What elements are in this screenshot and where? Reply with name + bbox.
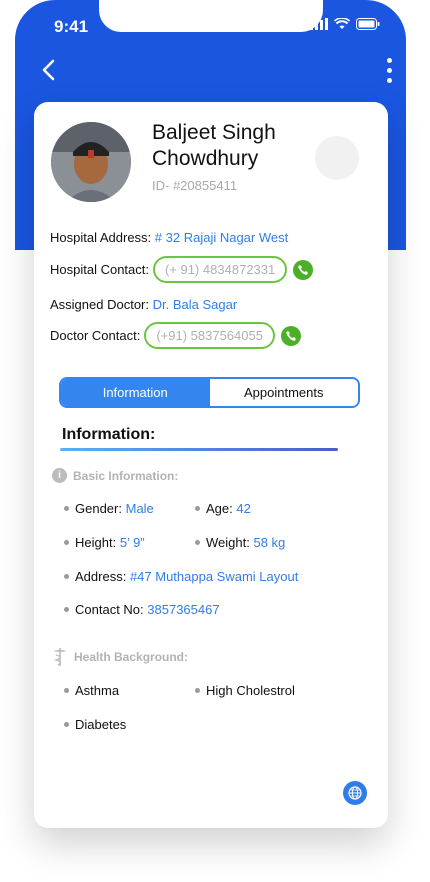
assigned-doctor-value[interactable]: Dr. Bala Sagar [153, 297, 238, 312]
gender-value: Male [125, 501, 154, 516]
hospital-contact-row: Hospital Contact: (+ 91) 4834872331 [50, 256, 314, 283]
caduceus-icon [53, 648, 67, 666]
address-item: Address: #47 Muthappa Swami Layout [64, 569, 298, 584]
phone-call-icon[interactable] [280, 325, 301, 346]
address-label: Address: [75, 569, 127, 584]
basic-info-heading: i Basic Information: [52, 468, 178, 483]
assigned-doctor-label: Assigned Doctor: [50, 297, 149, 312]
gender-label: Gender: [75, 501, 122, 516]
contact-item: Contact No: 3857365467 [64, 602, 220, 617]
health-item-label: High Cholestrol [206, 683, 295, 698]
status-dot [315, 136, 359, 180]
hospital-address-value: # 32 Rajaji Nagar West [154, 230, 289, 245]
doctor-contact-label: Doctor Contact: [50, 328, 141, 343]
wifi-icon [334, 18, 350, 29]
tab-bar: Information Appointments [59, 377, 360, 408]
phone-call-icon[interactable] [293, 259, 314, 280]
status-time: 9:41 [54, 17, 89, 36]
health-item: Asthma [64, 683, 119, 698]
back-arrow-icon[interactable] [38, 58, 62, 82]
doctor-contact-value[interactable]: (+91) 5837564055 [144, 322, 275, 349]
health-item: Diabetes [64, 717, 126, 732]
weight-item: Weight: 58 kg [195, 535, 285, 550]
tab-information[interactable]: Information [61, 379, 210, 406]
height-value: 5’ 9” [119, 535, 145, 550]
height-item: Height: 5’ 9” [64, 535, 145, 550]
more-options-icon[interactable] [387, 58, 392, 83]
hospital-address-label: Hospital Address: [50, 230, 152, 245]
info-icon: i [52, 468, 67, 483]
health-item: High Cholestrol [195, 683, 295, 698]
health-item-label: Asthma [75, 683, 120, 698]
hospital-contact-label: Hospital Contact: [50, 262, 149, 277]
gender-item: Gender: Male [64, 501, 154, 516]
health-background-heading-text: Health Background: [74, 650, 189, 664]
height-label: Height: [75, 535, 117, 550]
age-item: Age: 42 [195, 501, 251, 516]
tab-appointments[interactable]: Appointments [209, 379, 358, 406]
avatar [51, 122, 131, 202]
doctor-contact-row: Doctor Contact: (+91) 5837564055 [50, 322, 301, 349]
contact-label: Contact No: [75, 602, 144, 617]
age-value: 42 [236, 501, 251, 516]
hospital-address-row: Hospital Address: # 32 Rajaji Nagar West [50, 230, 288, 245]
health-background-heading: Health Background: [52, 647, 188, 667]
age-label: Age: [206, 501, 233, 516]
hospital-contact-value[interactable]: (+ 91) 4834872331 [153, 256, 288, 283]
address-value: #47 Muthappa Swami Layout [129, 569, 299, 584]
patient-id: ID- #20855411 [152, 178, 238, 193]
weight-value: 58 kg [253, 535, 286, 550]
assigned-doctor-row: Assigned Doctor: Dr. Bala Sagar [50, 297, 237, 312]
section-title: Information: [62, 426, 156, 443]
battery-icon [356, 18, 380, 30]
weight-label: Weight: [206, 535, 250, 550]
device-notch [99, 0, 323, 32]
patient-card: Baljeet Singh Chowdhury ID- #20855411 Ho… [34, 102, 388, 828]
patient-name: Baljeet Singh Chowdhury [152, 121, 276, 170]
basic-info-heading-text: Basic Information: [73, 468, 179, 483]
section-underline [60, 448, 338, 451]
contact-value: 3857365467 [147, 602, 220, 617]
status-icons [310, 18, 380, 30]
health-item-label: Diabetes [75, 717, 127, 732]
globe-icon[interactable] [343, 781, 367, 805]
signal-icon [310, 18, 328, 30]
